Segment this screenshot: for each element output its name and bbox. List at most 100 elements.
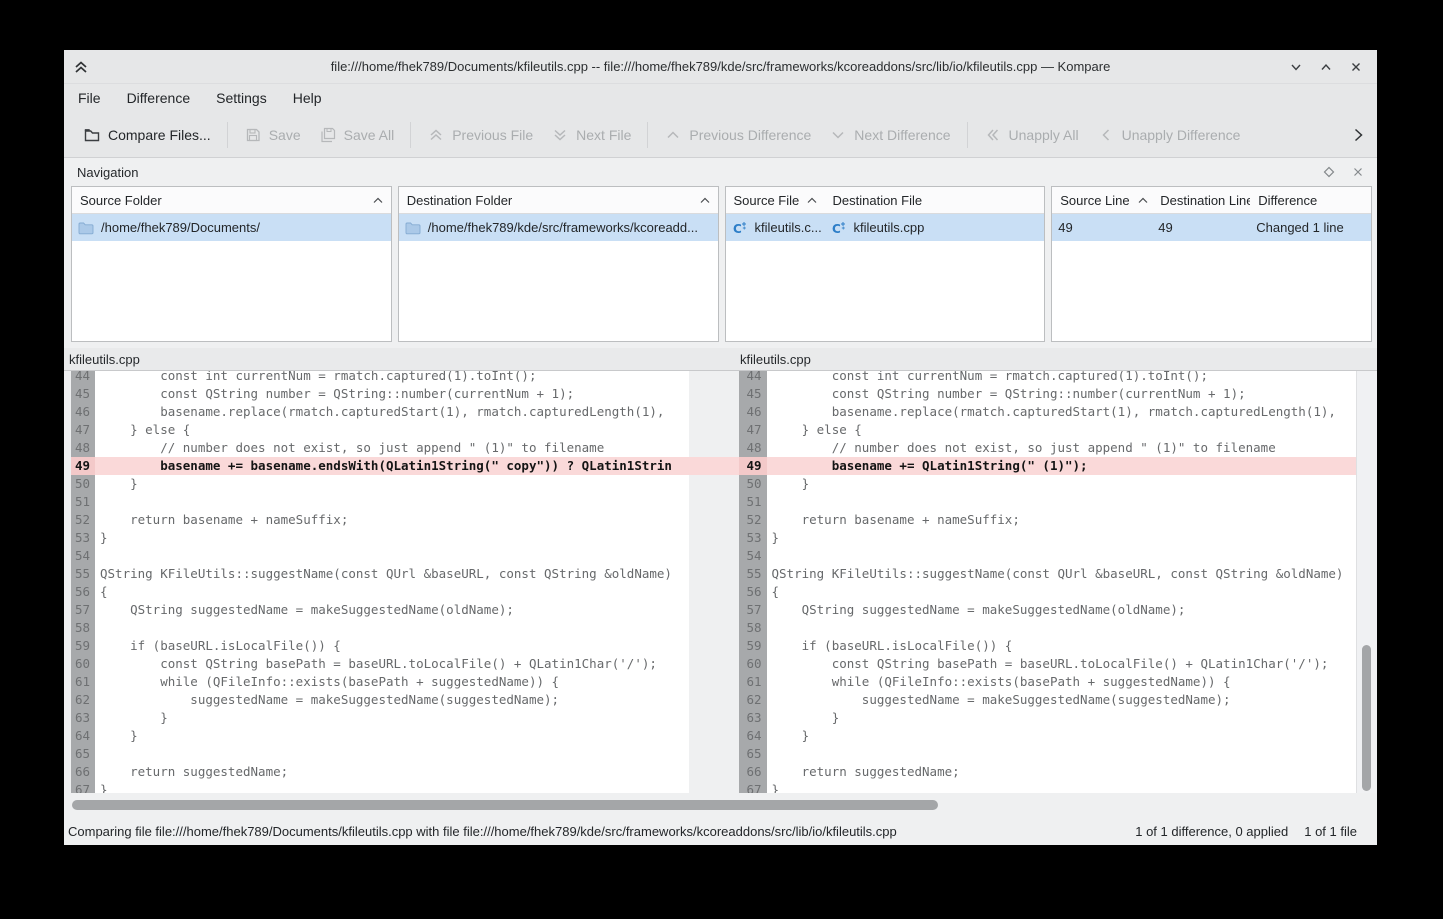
code-line[interactable]: 56 { — [739, 583, 1357, 601]
code-line[interactable]: 66 return suggestedName; — [71, 763, 689, 781]
code-line[interactable]: 62 suggestedName = makeSuggestedName(sug… — [739, 691, 1357, 709]
code-line[interactable]: 44 const int currentNum = rmatch.capture… — [739, 371, 1357, 385]
code-line[interactable]: 44 const int currentNum = rmatch.capture… — [71, 371, 689, 385]
menu-difference[interactable]: Difference — [114, 84, 204, 112]
code-line[interactable]: 46 basename.replace(rmatch.capturedStart… — [739, 403, 1357, 421]
difference-column-header[interactable]: Difference — [1250, 187, 1371, 213]
previous-file-label: Previous File — [452, 127, 533, 143]
code-line[interactable]: 49 basename += QLatin1String(" (1)"); — [739, 457, 1357, 475]
source-folder-header-label: Source Folder — [80, 193, 162, 208]
sort-ascending-icon — [807, 197, 817, 204]
code-line[interactable]: 60 const QString basePath = baseURL.toLo… — [739, 655, 1357, 673]
source-file-column-header[interactable]: Source File — [726, 187, 825, 213]
code-line[interactable]: 61 while (QFileInfo::exists(basePath + s… — [71, 673, 689, 691]
code-line[interactable]: 47 } else { — [71, 421, 689, 439]
code-line[interactable]: 53 } — [739, 529, 1357, 547]
code-line[interactable]: 61 while (QFileInfo::exists(basePath + s… — [739, 673, 1357, 691]
status-difference-count: 1 of 1 difference, 0 applied — [1135, 824, 1288, 839]
line-text — [767, 493, 1357, 511]
code-line[interactable]: 48 // number does not exist, so just app… — [739, 439, 1357, 457]
code-line[interactable]: 63 } — [739, 709, 1357, 727]
code-line[interactable]: 66 return suggestedName; — [739, 763, 1357, 781]
code-line[interactable]: 62 suggestedName = makeSuggestedName(sug… — [71, 691, 689, 709]
code-line[interactable]: 53 } — [71, 529, 689, 547]
destination-line-column-header[interactable]: Destination Line — [1152, 187, 1250, 213]
code-line[interactable]: 56 { — [71, 583, 689, 601]
line-text: const int currentNum = rmatch.captured(1… — [767, 371, 1357, 385]
app-icon — [74, 60, 88, 74]
destination-folder-row[interactable]: /home/fhek789/kde/src/frameworks/kcoread… — [399, 214, 718, 241]
line-number: 50 — [71, 475, 95, 493]
code-line[interactable]: 47 } else { — [739, 421, 1357, 439]
code-line[interactable]: 60 const QString basePath = baseURL.toLo… — [71, 655, 689, 673]
code-line[interactable]: 59 if (baseURL.isLocalFile()) { — [739, 637, 1357, 655]
source-folder-row[interactable]: /home/fhek789/Documents/ — [72, 214, 391, 241]
vertical-scrollbar-thumb[interactable] — [1362, 645, 1371, 791]
compare-files-icon — [83, 126, 101, 144]
code-line[interactable]: 50 } — [739, 475, 1357, 493]
code-line[interactable]: 55 QString KFileUtils::suggestName(const… — [71, 565, 689, 583]
code-line[interactable]: 54 — [71, 547, 689, 565]
previous-difference-button[interactable]: Previous Difference — [655, 117, 820, 153]
source-line-value: 49 — [1058, 220, 1072, 235]
line-text: return basename + nameSuffix; — [95, 511, 689, 529]
code-line[interactable]: 63 } — [71, 709, 689, 727]
line-number: 46 — [71, 403, 95, 421]
menu-help[interactable]: Help — [280, 84, 335, 112]
toolbar-overflow-button[interactable] — [1351, 112, 1365, 157]
code-line[interactable]: 59 if (baseURL.isLocalFile()) { — [71, 637, 689, 655]
code-line[interactable]: 65 — [739, 745, 1357, 763]
code-line[interactable]: 64 } — [71, 727, 689, 745]
code-line[interactable]: 64 } — [739, 727, 1357, 745]
previous-file-button[interactable]: Previous File — [418, 117, 542, 153]
menu-file[interactable]: File — [65, 84, 114, 112]
code-line[interactable]: 52 return basename + nameSuffix; — [739, 511, 1357, 529]
code-line[interactable]: 57 QString suggestedName = makeSuggested… — [71, 601, 689, 619]
destination-file-column-header[interactable]: Destination File — [825, 187, 1045, 213]
code-line[interactable]: 58 — [71, 619, 689, 637]
line-text: } — [767, 475, 1357, 493]
code-line[interactable]: 48 // number does not exist, so just app… — [71, 439, 689, 457]
horizontal-scrollbar-thumb[interactable] — [72, 800, 938, 810]
code-line[interactable]: 58 — [739, 619, 1357, 637]
next-file-button[interactable]: Next File — [542, 117, 640, 153]
vertical-scrollbar[interactable] — [1356, 371, 1377, 793]
maximize-button[interactable] — [1317, 58, 1335, 76]
code-line[interactable]: 52 return basename + nameSuffix; — [71, 511, 689, 529]
files-row[interactable]: C kfileutils.c... C kfileutils.cpp — [726, 214, 1045, 241]
code-line[interactable]: 67 } — [739, 781, 1357, 793]
line-number: 62 — [71, 691, 95, 709]
code-line[interactable]: 54 — [739, 547, 1357, 565]
menu-settings[interactable]: Settings — [203, 84, 280, 112]
code-line[interactable]: 46 basename.replace(rmatch.capturedStart… — [71, 403, 689, 421]
difference-value: Changed 1 line — [1256, 220, 1343, 235]
code-line[interactable]: 57 QString suggestedName = makeSuggested… — [739, 601, 1357, 619]
minimize-button[interactable] — [1287, 58, 1305, 76]
close-button[interactable] — [1347, 58, 1365, 76]
panel-float-button[interactable] — [1323, 166, 1335, 178]
code-line[interactable]: 50 } — [71, 475, 689, 493]
code-line[interactable]: 51 — [739, 493, 1357, 511]
compare-files-button[interactable]: Compare Files... — [74, 117, 220, 153]
source-folder-column-header[interactable]: Source Folder — [72, 187, 391, 213]
code-line[interactable]: 45 const QString number = QString::numbe… — [71, 385, 689, 403]
save-button[interactable]: Save — [235, 117, 310, 153]
destination-folder-column-header[interactable]: Destination Folder — [399, 187, 718, 213]
panel-close-button[interactable] — [1352, 166, 1364, 178]
difference-row[interactable]: 49 49 Changed 1 line — [1052, 214, 1371, 241]
horizontal-scrollbar[interactable] — [64, 793, 1377, 818]
source-line-column-header[interactable]: Source Line — [1052, 187, 1152, 213]
code-line[interactable]: 65 — [71, 745, 689, 763]
unapply-all-button[interactable]: Unapply All — [975, 117, 1088, 153]
code-line[interactable]: 45 const QString number = QString::numbe… — [739, 385, 1357, 403]
code-line[interactable]: 67 } — [71, 781, 689, 793]
save-all-button[interactable]: Save All — [310, 117, 404, 153]
next-difference-button[interactable]: Next Difference — [820, 117, 959, 153]
destination-diff-pane[interactable]: 44 const int currentNum = rmatch.capture… — [739, 371, 1357, 793]
source-diff-pane[interactable]: 44 const int currentNum = rmatch.capture… — [71, 371, 689, 793]
unapply-difference-button[interactable]: Unapply Difference — [1088, 117, 1250, 153]
code-line[interactable]: 55 QString KFileUtils::suggestName(const… — [739, 565, 1357, 583]
code-line[interactable]: 49 basename += basename.endsWith(QLatin1… — [71, 457, 689, 475]
code-line[interactable]: 51 — [71, 493, 689, 511]
line-number: 64 — [739, 727, 767, 745]
